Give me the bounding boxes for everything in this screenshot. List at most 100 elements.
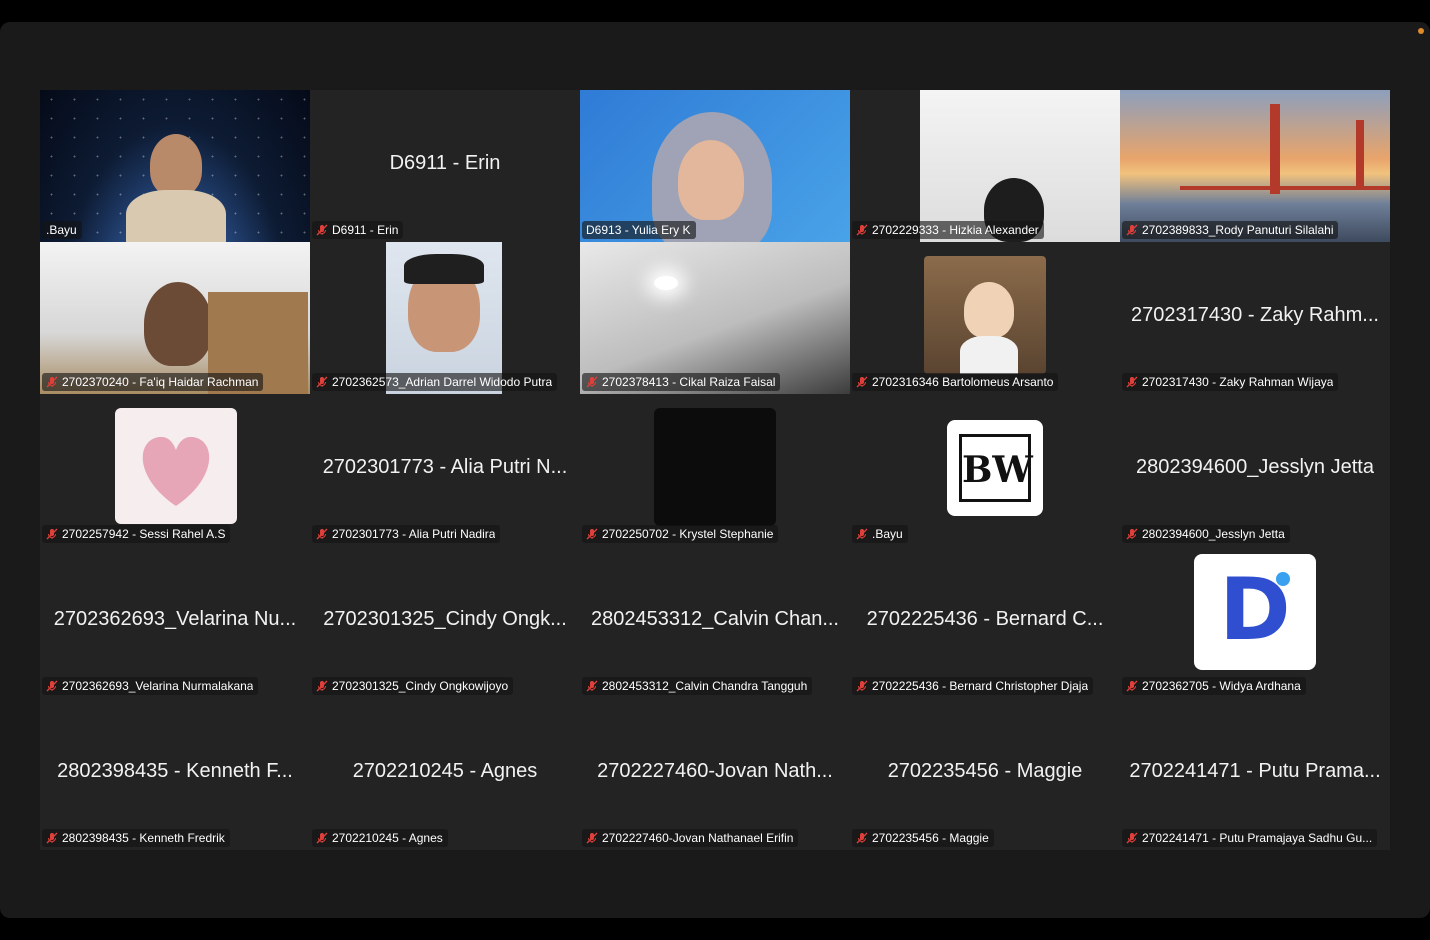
participant-name-label: 2802453312_Calvin Chandra Tangguh bbox=[582, 677, 813, 695]
muted-mic-icon bbox=[856, 680, 868, 692]
participant-display-name: 2702301773 - Alia Putri N... bbox=[322, 456, 568, 478]
participant-video bbox=[386, 242, 502, 394]
participant-tile[interactable]: 2702257942 - Sessi Rahel A.S bbox=[40, 394, 310, 546]
muted-mic-icon bbox=[1126, 528, 1138, 540]
muted-mic-icon bbox=[46, 376, 58, 388]
participant-name-label: 2802394600_Jesslyn Jetta bbox=[1122, 525, 1290, 543]
participant-name-label: 2702389833_Rody Panuturi Silalahi bbox=[1122, 221, 1339, 239]
participant-tile[interactable]: 2702235456 - Maggie 2702235456 - Maggie bbox=[850, 698, 1120, 850]
bw-logo: BW bbox=[959, 434, 1033, 502]
participant-tile[interactable]: 2702241471 - Putu Prama... 2702241471 - … bbox=[1120, 698, 1390, 850]
participant-avatar bbox=[654, 408, 776, 526]
participant-tile[interactable]: 2702362693_Velarina Nu... 2702362693_Vel… bbox=[40, 546, 310, 698]
participant-display-name: 2702235456 - Maggie bbox=[887, 760, 1083, 782]
participant-tile[interactable]: 2802453312_Calvin Chan... 2802453312_Cal… bbox=[580, 546, 850, 698]
participant-name-label: D6911 - Erin bbox=[312, 221, 404, 239]
muted-mic-icon bbox=[856, 528, 868, 540]
muted-mic-icon bbox=[586, 832, 598, 844]
participant-tile-active-speaker[interactable]: D6913 - Yulia Ery K bbox=[580, 90, 850, 242]
muted-mic-icon bbox=[1126, 680, 1138, 692]
meeting-window: .Bayu D6911 - Erin D6911 - Erin D6913 - … bbox=[0, 22, 1430, 918]
participant-tile[interactable]: D6911 - Erin D6911 - Erin bbox=[310, 90, 580, 242]
participant-tile[interactable]: BW .Bayu bbox=[850, 394, 1120, 546]
participant-name-label: 2702241471 - Putu Pramajaya Sadhu Gu... bbox=[1122, 829, 1378, 847]
participant-avatar bbox=[115, 408, 237, 524]
muted-mic-icon bbox=[586, 680, 598, 692]
recording-indicator bbox=[1418, 28, 1424, 34]
muted-mic-icon bbox=[316, 528, 328, 540]
muted-mic-icon bbox=[586, 528, 598, 540]
participant-name-label: 2802398435 - Kenneth Fredrik bbox=[42, 829, 230, 847]
muted-mic-icon bbox=[46, 528, 58, 540]
participant-video bbox=[40, 242, 310, 394]
participant-video bbox=[40, 90, 310, 242]
d-logo: D bbox=[1219, 560, 1291, 660]
participant-name-label: 2702362693_Velarina Nurmalakana bbox=[42, 677, 259, 695]
participant-display-name: 2702362693_Velarina Nu... bbox=[53, 608, 297, 630]
muted-mic-icon bbox=[1126, 832, 1138, 844]
participant-name-label: .Bayu bbox=[852, 525, 908, 543]
participant-tile[interactable]: 2702250702 - Krystel Stephanie bbox=[580, 394, 850, 546]
participant-name-label: 2702362705 - Widya Ardhana bbox=[1122, 677, 1306, 695]
participant-tile[interactable]: 2702389833_Rody Panuturi Silalahi bbox=[1120, 90, 1390, 242]
participant-name-label: 2702210245 - Agnes bbox=[312, 829, 448, 847]
muted-mic-icon bbox=[856, 832, 868, 844]
participant-display-name: 2702241471 - Putu Prama... bbox=[1129, 760, 1381, 782]
muted-mic-icon bbox=[316, 224, 328, 236]
participant-avatar: D bbox=[1194, 554, 1316, 670]
participant-name-label: 2702227460-Jovan Nathanael Erifin bbox=[582, 829, 799, 847]
participant-tile[interactable]: 2702378413 - Cikal Raiza Faisal bbox=[580, 242, 850, 394]
muted-mic-icon bbox=[856, 224, 868, 236]
participant-display-name: 2802394600_Jesslyn Jetta bbox=[1136, 456, 1374, 478]
participant-name-label: 2702229333 - Hizkia Alexander bbox=[852, 221, 1044, 239]
participant-tile[interactable]: 2702301773 - Alia Putri N... 2702301773 … bbox=[310, 394, 580, 546]
heart-icon bbox=[142, 436, 210, 506]
participant-display-name: 2802453312_Calvin Chan... bbox=[591, 608, 839, 630]
participant-tile[interactable]: .Bayu bbox=[40, 90, 310, 242]
muted-mic-icon bbox=[316, 680, 328, 692]
muted-mic-icon bbox=[316, 832, 328, 844]
muted-mic-icon bbox=[856, 376, 868, 388]
participant-tile[interactable]: 2702229333 - Hizkia Alexander bbox=[850, 90, 1120, 242]
participant-tile[interactable]: 2702210245 - Agnes 2702210245 - Agnes bbox=[310, 698, 580, 850]
participant-name-label: 2702362573_Adrian Darrel Widodo Putra bbox=[312, 373, 558, 391]
participant-avatar: BW bbox=[947, 420, 1043, 516]
participant-tile[interactable]: 2802394600_Jesslyn Jetta 2802394600_Jess… bbox=[1120, 394, 1390, 546]
participant-name-label: 2702301325_Cindy Ongkowijoyo bbox=[312, 677, 514, 695]
muted-mic-icon bbox=[46, 832, 58, 844]
participant-display-name: 2702210245 - Agnes bbox=[352, 760, 538, 782]
participant-display-name: 2702317430 - Zaky Rahm... bbox=[1131, 304, 1379, 326]
participant-tile[interactable]: 2702227460-Jovan Nath... 2702227460-Jova… bbox=[580, 698, 850, 850]
participant-name-label: 2702235456 - Maggie bbox=[852, 829, 994, 847]
participant-video bbox=[580, 90, 850, 242]
participant-tile[interactable]: 2702225436 - Bernard C... 2702225436 - B… bbox=[850, 546, 1120, 698]
participant-tile[interactable]: 2802398435 - Kenneth F... 2802398435 - K… bbox=[40, 698, 310, 850]
muted-mic-icon bbox=[1126, 376, 1138, 388]
participant-name-label: 2702250702 - Krystel Stephanie bbox=[582, 525, 779, 543]
participant-display-name: 2802398435 - Kenneth F... bbox=[57, 760, 293, 782]
participant-tile[interactable]: 2702301325_Cindy Ongk... 2702301325_Cind… bbox=[310, 546, 580, 698]
participant-name-label: 2702316346 Bartolomeus Arsanto bbox=[852, 373, 1059, 391]
participant-name-label: 2702301773 - Alia Putri Nadira bbox=[312, 525, 501, 543]
muted-mic-icon bbox=[586, 376, 598, 388]
participant-name-label: 2702317430 - Zaky Rahman Wijaya bbox=[1122, 373, 1339, 391]
participant-tile[interactable]: 2702362573_Adrian Darrel Widodo Putra bbox=[310, 242, 580, 394]
participant-gallery: .Bayu D6911 - Erin D6911 - Erin D6913 - … bbox=[40, 90, 1390, 850]
participant-name-label: 2702225436 - Bernard Christopher Djaja bbox=[852, 677, 1094, 695]
participant-name-label: 2702370240 - Fa'iq Haidar Rachman bbox=[42, 373, 264, 391]
participant-tile[interactable]: D 2702362705 - Widya Ardhana bbox=[1120, 546, 1390, 698]
participant-display-name: 2702301325_Cindy Ongk... bbox=[323, 608, 567, 630]
participant-video bbox=[920, 90, 1120, 242]
participant-tile[interactable]: 2702370240 - Fa'iq Haidar Rachman bbox=[40, 242, 310, 394]
participant-tile[interactable]: 2702317430 - Zaky Rahm... 2702317430 - Z… bbox=[1120, 242, 1390, 394]
participant-tile[interactable]: 2702316346 Bartolomeus Arsanto bbox=[850, 242, 1120, 394]
participant-video bbox=[580, 242, 850, 394]
muted-mic-icon bbox=[46, 680, 58, 692]
participant-name-label: 2702257942 - Sessi Rahel A.S bbox=[42, 525, 231, 543]
participant-name-label: D6913 - Yulia Ery K bbox=[582, 221, 696, 239]
participant-display-name: 2702227460-Jovan Nath... bbox=[597, 760, 833, 782]
participant-name-label: .Bayu bbox=[42, 221, 82, 239]
participant-display-name: D6911 - Erin bbox=[389, 152, 501, 174]
participant-avatar bbox=[924, 256, 1046, 374]
muted-mic-icon bbox=[1126, 224, 1138, 236]
